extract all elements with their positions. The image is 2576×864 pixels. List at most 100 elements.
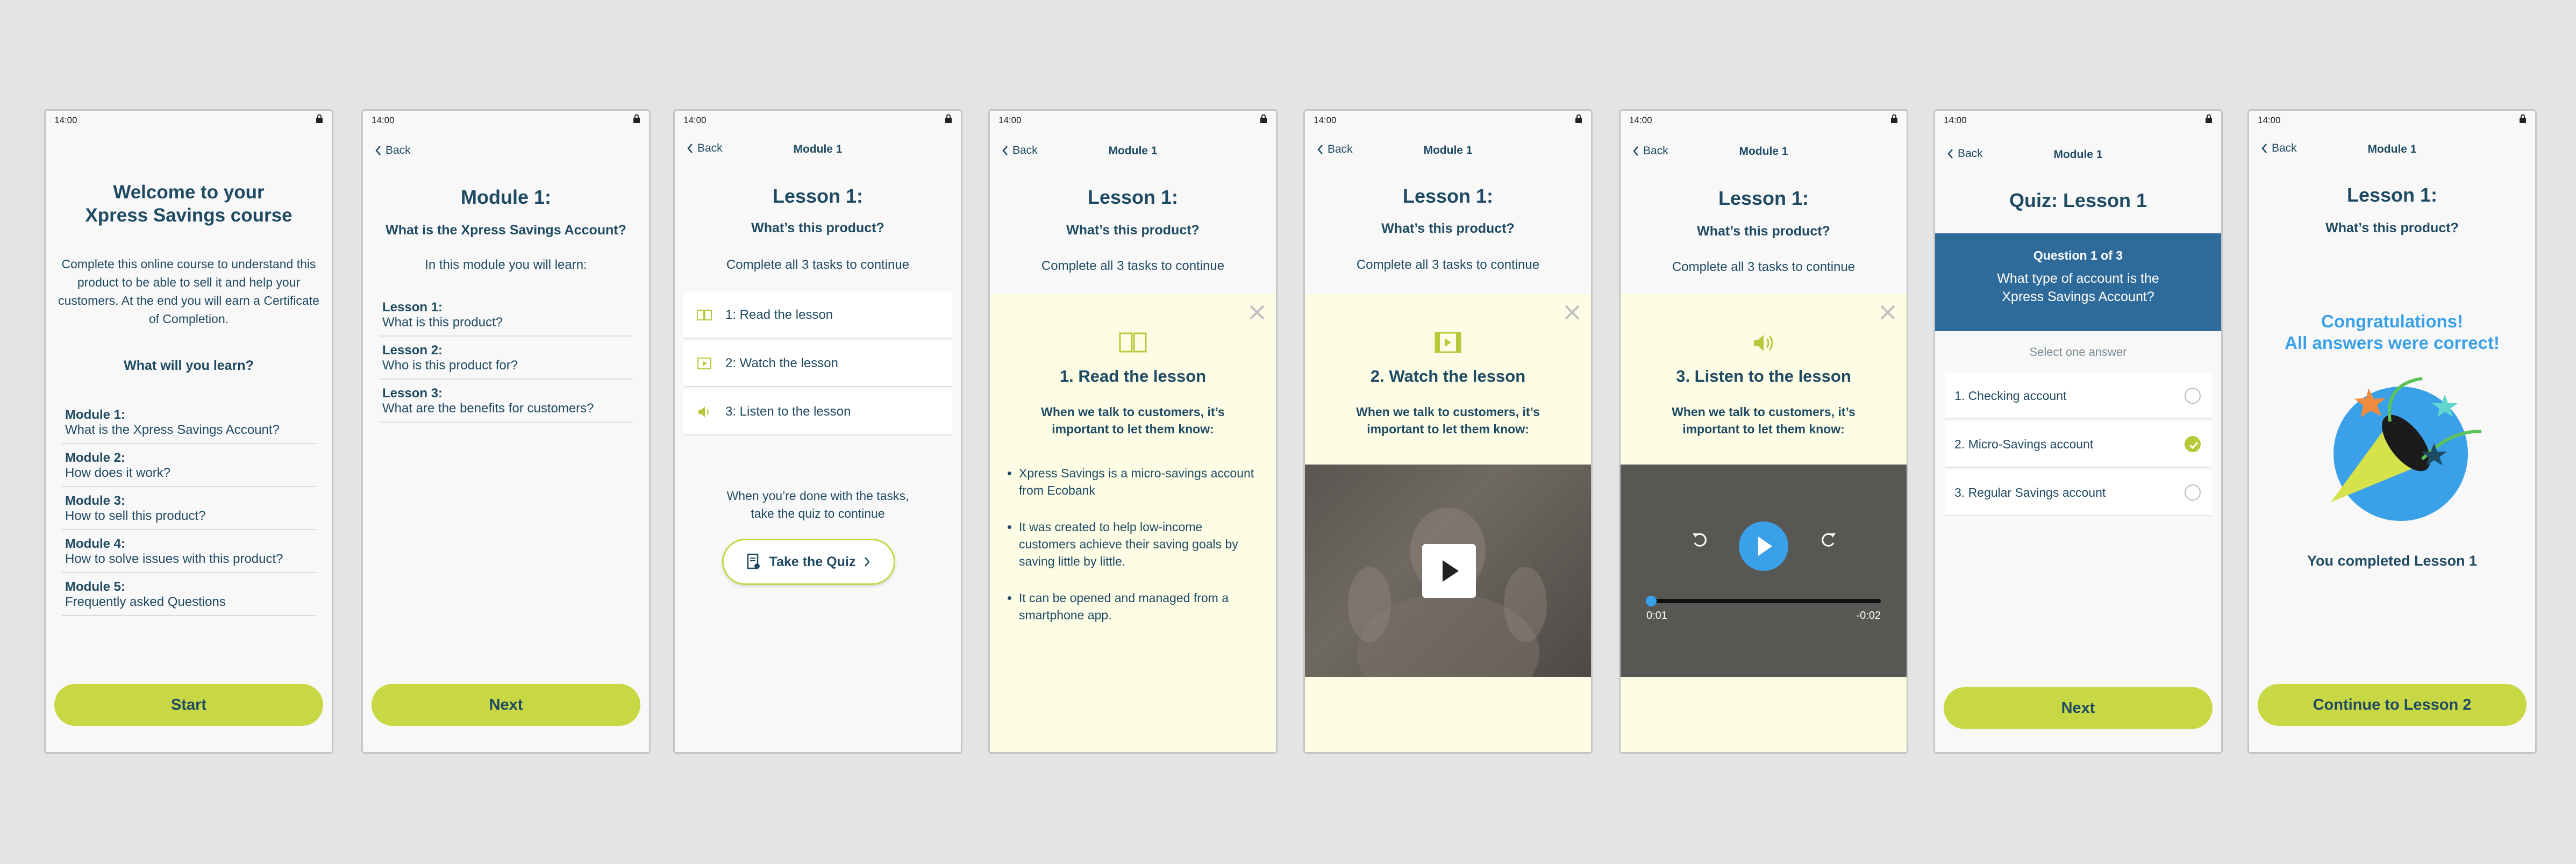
chevron-left-icon [375,146,381,155]
back-button[interactable]: Back [375,144,411,157]
speaker-icon [698,406,709,417]
list-item: Xpress Savings is a micro-savings accoun… [1019,465,1260,499]
chevron-right-icon [865,557,870,567]
video-player[interactable] [1305,465,1591,677]
party-popper-icon [2331,377,2481,521]
status-time: 14:00 [1944,115,1967,125]
answer-option-1[interactable]: 1. Checking account [1945,373,2211,419]
module-label: Module 1 [1108,145,1158,157]
status-time: 14:00 [998,115,1022,125]
read-lesson-panel: 1. Read the lesson When we talk to custo… [990,294,1276,752]
take-quiz-label: Take the Quiz [769,554,856,569]
forward-icon[interactable] [1818,530,1838,549]
lesson-title: Lesson 1: [772,185,864,207]
task-read[interactable]: 1: Read the lesson [683,292,952,339]
list-item: Module 3: How to sell this product? [62,487,316,530]
rewind-icon[interactable] [1690,530,1710,549]
back-label: Back [386,144,411,156]
lock-icon [1891,114,1897,123]
audio-player: 0:01 -0:02 [1621,465,1907,677]
close-icon[interactable] [1248,303,1266,322]
continue-button[interactable]: Continue to Lesson 2 [2258,684,2527,726]
next-button[interactable]: Next [1944,687,2213,729]
lesson-subtitle: What’s this product? [1381,221,1515,236]
take-quiz-button[interactable]: Take the Quiz [722,539,895,585]
list-item: Lesson 1: What is this product? [379,294,633,337]
play-button[interactable] [1739,522,1788,571]
play-button[interactable] [1422,544,1476,598]
tasks-instruction: Complete all 3 tasks to continue [726,258,910,272]
module-label: Module 1 [2053,148,2103,161]
page-title: Module 1: [461,186,551,208]
radio-button-checked[interactable] [2185,436,2201,452]
screen-read-lesson: 14:00 Back Module 1 Lesson 1: What’s thi… [988,109,1278,754]
close-icon[interactable] [1879,303,1897,322]
list-item: Module 2: How does it work? [62,444,316,487]
congrats-message: Congratulations! All answers were correc… [2285,311,2500,353]
lock-icon [316,114,323,123]
module-label: Module 1 [793,143,843,155]
screen-congrats: 14:00 Back Module 1 Lesson 1: What’s thi… [2247,109,2537,754]
status-time: 14:00 [1629,115,1652,125]
book-icon [697,310,712,320]
list-item: It was created to help low-income custom… [1019,518,1260,570]
module-label: Module 1 [1739,145,1788,158]
list-item: Lesson 2: Who is this product for? [379,337,633,380]
speaker-icon [1754,335,1773,351]
screen-module-1: 14:00 Back Module 1: What is the Xpress … [361,109,651,754]
lock-icon [1260,114,1267,123]
panel-intro: When we talk to customers, it’s importan… [1041,405,1225,436]
close-icon[interactable] [1563,303,1581,322]
panel-title: 1. Read the lesson [1059,367,1207,385]
task-listen[interactable]: 3: Listen to the lesson [683,389,952,435]
play-icon [1443,560,1459,582]
watch-lesson-panel: 2. Watch the lesson When we talk to cust… [1305,294,1591,752]
lock-icon [1575,114,1582,123]
radio-button[interactable] [2185,484,2201,501]
screen-welcome: 14:00 Welcome to your Xpress Savings cou… [44,109,333,754]
done-text: When you’re done with the tasks, take th… [726,489,909,520]
check-icon [2189,441,2199,449]
lesson-subtitle: What’s this product? [1697,224,1830,239]
title-line-1: Welcome to your [113,182,265,203]
lock-icon [2206,114,2212,123]
title-line-2: Xpress Savings course [85,205,292,226]
status-bar: 14:00 [46,111,332,132]
module-label: Module 1 [2367,143,2417,155]
task-label: 1: Read the lesson [725,308,833,322]
film-icon [697,358,711,369]
status-time: 14:00 [54,115,77,125]
page-subtitle: What is the Xpress Savings Account? [386,223,626,238]
question-box: Question 1 of 3 What type of account is … [1935,233,2221,331]
lesson-list: Lesson 1: What is this product? Lesson 2:… [379,294,633,423]
learn-heading: What will you learn? [124,358,254,373]
tasks-instruction: Complete all 3 tasks to continue [1356,258,1540,272]
module-label: Module 1 [1423,144,1473,156]
answer-option-2[interactable]: 2. Micro-Savings account [1945,422,2211,468]
task-watch[interactable]: 2: Watch the lesson [683,341,952,387]
radio-button[interactable] [2185,388,2201,404]
panel-title: 2. Watch the lesson [1370,367,1526,385]
intro-text: In this module you will learn: [425,258,587,272]
status-bar: 14:00 [1305,111,1591,132]
answer-option-3[interactable]: 3. Regular Savings account [1945,470,2211,516]
status-time: 14:00 [372,115,395,125]
audio-progress-knob[interactable] [1645,596,1657,606]
lesson-subtitle: What’s this product? [2325,220,2459,235]
next-button[interactable]: Next [372,684,640,726]
status-time: 14:00 [1314,115,1337,125]
screen-listen-lesson: 14:00 Back Module 1 Lesson 1: What’s thi… [1619,109,1908,754]
list-item: Module 5: Frequently asked Questions [62,573,316,616]
start-button[interactable]: Start [54,684,323,726]
lesson-subtitle: What’s this product? [751,220,884,235]
status-bar: 14:00 [675,111,961,132]
audio-progress-track[interactable] [1645,596,1881,606]
quiz-title: Quiz: Lesson 1 [2009,189,2147,211]
book-icon [1119,332,1147,353]
completed-text: You completed Lesson 1 [2307,553,2478,569]
status-time: 14:00 [2258,115,2281,125]
lesson-title: Lesson 1: [2346,184,2438,206]
status-time: 14:00 [683,115,707,125]
film-icon [1435,332,1461,353]
question-count: Question 1 of 3 [2033,248,2123,262]
